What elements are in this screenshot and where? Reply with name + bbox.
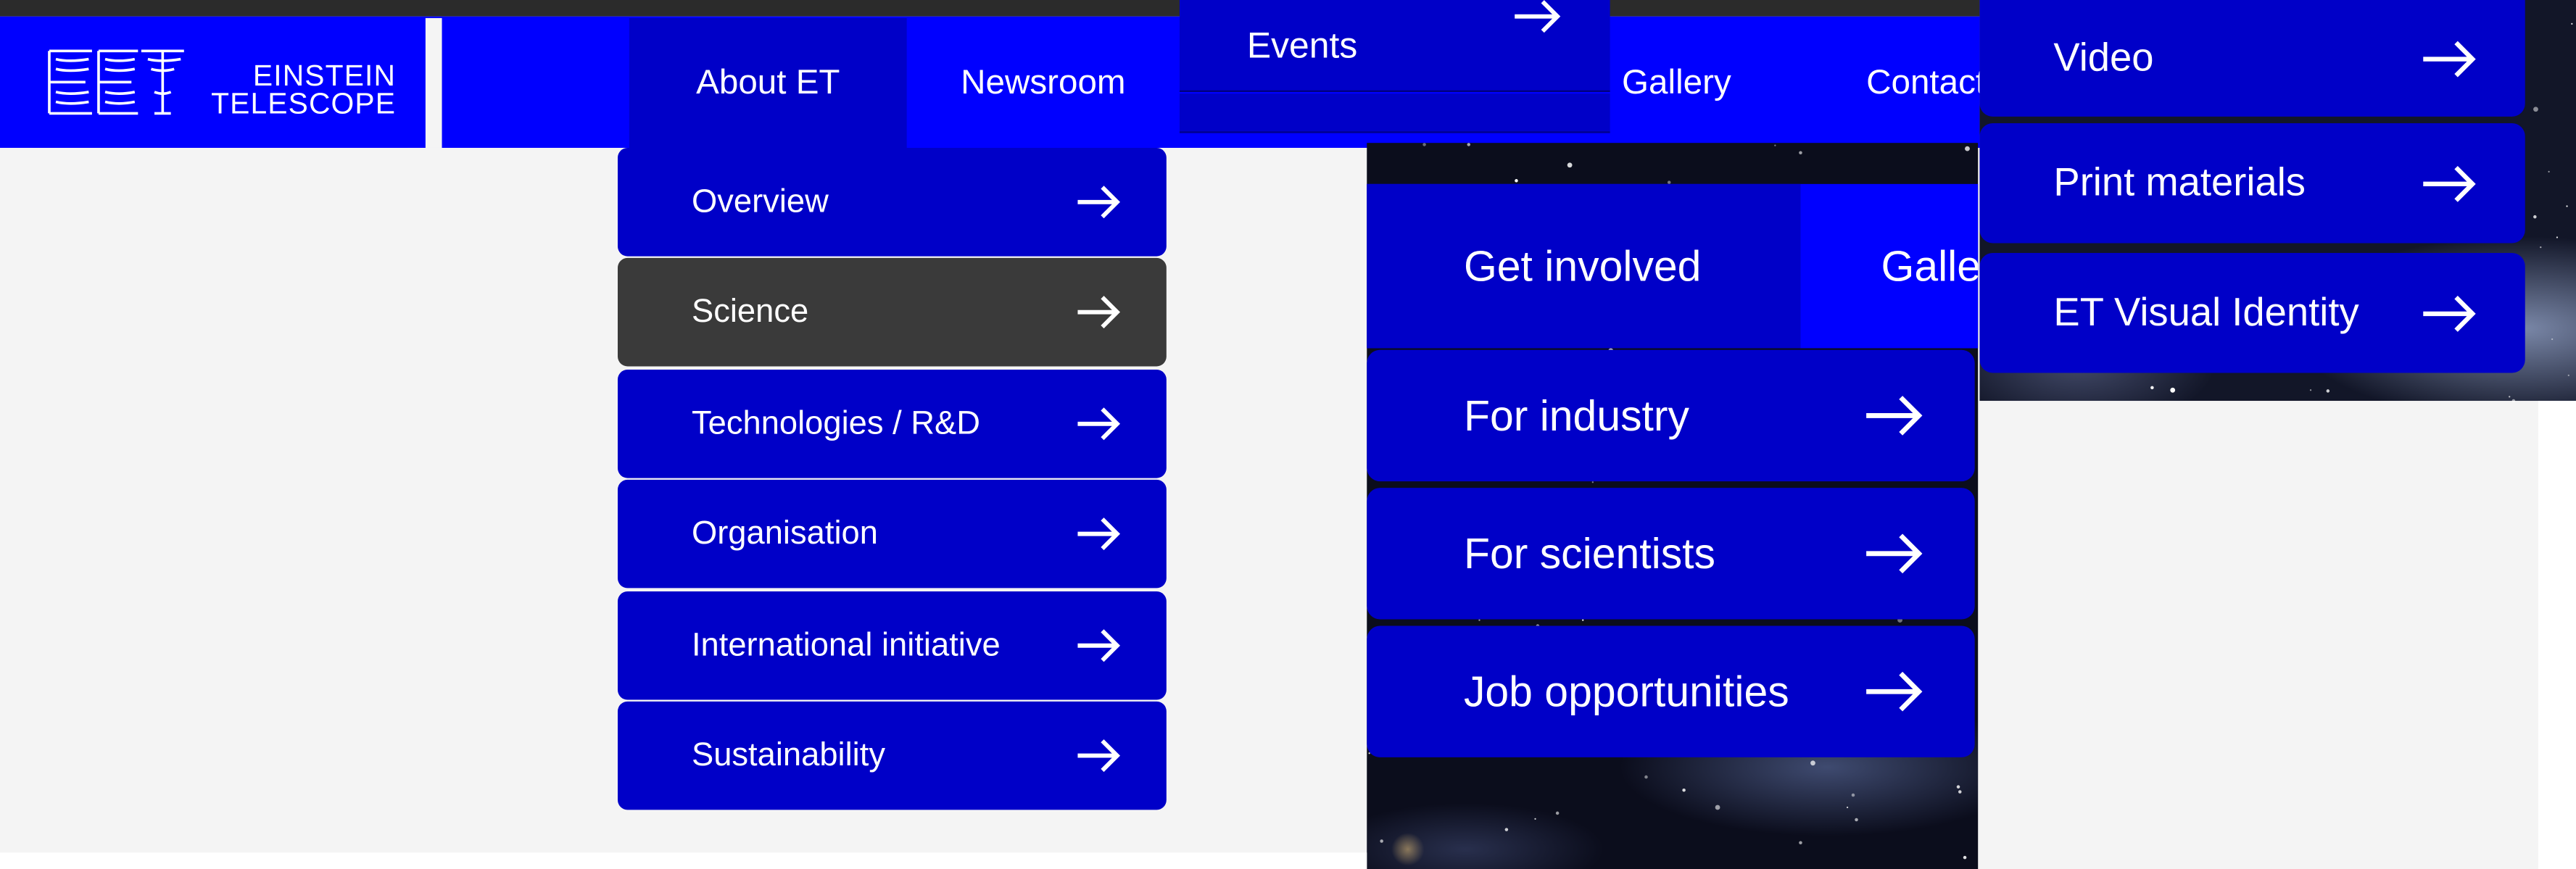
arrow-right-icon bbox=[1515, 0, 1561, 33]
star bbox=[1956, 785, 1960, 789]
site-logo[interactable]: EINSTEIN TELESCOPE bbox=[15, 17, 426, 148]
arrow-right-icon bbox=[1077, 739, 1121, 773]
arrow-right-icon bbox=[1866, 533, 1923, 574]
menu-item-et-visual-identity[interactable]: ET Visual Identity bbox=[1979, 253, 2525, 373]
star bbox=[1799, 151, 1802, 155]
nav-get-involved[interactable]: Get involved bbox=[1367, 183, 1801, 349]
star bbox=[1478, 619, 1480, 621]
star bbox=[1963, 855, 1967, 860]
menu-item-science[interactable]: Science bbox=[617, 257, 1167, 367]
menu-item-label: Overview bbox=[691, 183, 829, 220]
star bbox=[2170, 387, 2176, 393]
top-strip bbox=[0, 0, 1980, 17]
star bbox=[2556, 236, 2559, 238]
page-edge bbox=[2538, 401, 2576, 869]
menu-item-job-opportunities[interactable]: Job opportunities bbox=[1367, 625, 1975, 757]
star bbox=[2509, 396, 2511, 398]
star bbox=[2309, 389, 2312, 391]
arrow-right-icon bbox=[1077, 186, 1121, 219]
menu-item-label: For scientists bbox=[1463, 528, 1715, 578]
star bbox=[2551, 338, 2554, 341]
menu-item-label: Organisation bbox=[691, 515, 878, 552]
nav-contact[interactable]: Contact bbox=[1823, 18, 1979, 148]
arrow-right-icon bbox=[1077, 517, 1121, 551]
nav-gallery[interactable]: Gallery bbox=[1599, 18, 1755, 148]
star bbox=[2566, 205, 2568, 207]
menu-item-label: International initiative bbox=[691, 626, 1001, 663]
menu-item-label: Job opportunities bbox=[1463, 666, 1789, 716]
menu-item-label: Sustainability bbox=[691, 736, 885, 773]
star bbox=[1715, 804, 1720, 810]
menu-item-print-materials[interactable]: Print materials bbox=[1979, 122, 2525, 244]
star bbox=[1380, 839, 1383, 843]
menu-item-sustainability[interactable]: Sustainability bbox=[617, 701, 1167, 810]
star bbox=[1504, 828, 1509, 831]
menu-item-label: Science bbox=[691, 293, 809, 330]
newsroom-menu-next bbox=[1179, 93, 1610, 133]
page-edge bbox=[0, 852, 1367, 869]
menu-item-label: Technologies / R&D bbox=[691, 404, 980, 441]
arrow-right-icon bbox=[1866, 671, 1923, 712]
star bbox=[1799, 841, 1802, 845]
star bbox=[1422, 143, 1426, 146]
arrow-right-icon bbox=[1077, 629, 1121, 662]
menu-item-for-industry[interactable]: For industry bbox=[1367, 349, 1975, 482]
star bbox=[1534, 818, 1536, 820]
star bbox=[1644, 775, 1648, 779]
menu-item-label: Print materials bbox=[2053, 159, 2306, 205]
arrow-right-icon bbox=[2423, 294, 2476, 331]
star bbox=[1958, 790, 1962, 794]
logo-line-1: EINSTEIN bbox=[252, 59, 397, 92]
menu-item-technologies[interactable]: Technologies / R&D bbox=[617, 369, 1167, 478]
star bbox=[1555, 811, 1560, 815]
nav-gallery-partial[interactable]: Gallery bbox=[1800, 184, 1979, 349]
star bbox=[1567, 162, 1573, 168]
logo-text: EINSTEIN TELESCOPE bbox=[211, 59, 397, 120]
logo-line-2: TELESCOPE bbox=[211, 87, 397, 120]
star bbox=[1591, 481, 1594, 483]
nav-newsroom[interactable]: Newsroom bbox=[906, 17, 1180, 148]
menu-item-overview[interactable]: Overview bbox=[617, 147, 1167, 257]
menu-item-for-scientists[interactable]: For scientists bbox=[1367, 488, 1975, 620]
star bbox=[1515, 179, 1518, 183]
arrow-right-icon bbox=[1077, 296, 1121, 329]
star bbox=[2533, 215, 2537, 219]
star bbox=[1582, 619, 1584, 621]
nav-gap bbox=[425, 17, 442, 148]
star bbox=[1846, 806, 1849, 809]
star bbox=[1467, 143, 1471, 146]
arrow-right-icon bbox=[1077, 407, 1121, 441]
menu-item-video[interactable]: Video bbox=[1979, 0, 2525, 117]
star bbox=[2511, 399, 2516, 403]
star bbox=[2533, 107, 2538, 112]
menu-item-organisation[interactable]: Organisation bbox=[617, 479, 1167, 589]
menu-item-label: Video bbox=[2053, 35, 2154, 80]
arrow-right-icon bbox=[2423, 165, 2476, 201]
star bbox=[1965, 146, 1970, 151]
star bbox=[1855, 818, 1858, 822]
star bbox=[2326, 389, 2330, 393]
star bbox=[2548, 170, 2550, 172]
menu-item-label: ET Visual Identity bbox=[2053, 290, 2359, 335]
menu-item-international-initiative[interactable]: International initiative bbox=[617, 591, 1167, 700]
menu-item-events-label: Events bbox=[1246, 23, 1358, 65]
nav-about[interactable]: About ET bbox=[629, 17, 907, 148]
star bbox=[2150, 386, 2154, 390]
star bbox=[1774, 144, 1776, 146]
star bbox=[2571, 22, 2573, 25]
star bbox=[2540, 246, 2542, 249]
star bbox=[1810, 760, 1815, 766]
star bbox=[2567, 374, 2569, 377]
menu-item-label: For industry bbox=[1463, 390, 1689, 440]
menu-item-events[interactable]: Events bbox=[1179, 0, 1610, 92]
arrow-right-icon bbox=[2423, 40, 2476, 77]
star bbox=[1851, 793, 1855, 797]
star bbox=[1682, 788, 1686, 792]
et-logo-icon bbox=[48, 49, 184, 115]
arrow-right-icon bbox=[1866, 396, 1923, 436]
